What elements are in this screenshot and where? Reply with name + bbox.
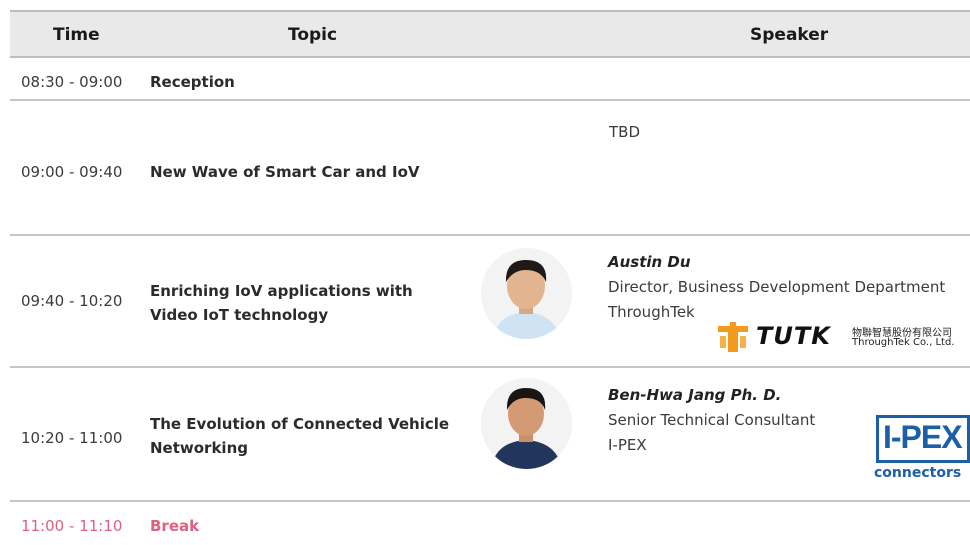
logo-subtitle-en: ThroughTek Co., Ltd. <box>852 337 955 348</box>
row-divider <box>10 366 970 368</box>
row-topic: Break <box>150 517 200 535</box>
logo-text: I-PEX <box>883 419 963 455</box>
row-time: 09:40 - 10:20 <box>21 292 123 310</box>
speaker-company: ThroughTek <box>608 303 695 321</box>
header-speaker: Speaker <box>750 25 829 45</box>
row-time: 08:30 - 09:00 <box>21 73 123 91</box>
person-avatar-icon <box>481 248 572 339</box>
row-time: 11:00 - 11:10 <box>21 517 123 535</box>
row-topic-multiline: The Evolution of Connected Vehicle Netwo… <box>150 412 449 460</box>
row-topic: Reception <box>150 73 235 91</box>
topic-line: The Evolution of Connected Vehicle <box>150 415 450 433</box>
speaker-tbd: TBD <box>609 123 641 141</box>
topic-line: Video IoT technology <box>150 306 329 324</box>
row-divider <box>10 234 970 236</box>
ipex-logo-frame: I-PEX <box>876 415 970 463</box>
throughtek-logo: TUTK 物聯智慧股份有限公司 ThroughTek Co., Ltd. <box>716 318 970 356</box>
ipex-logo: I-PEX connectors <box>872 415 970 483</box>
table-header: Time Topic Speaker <box>10 10 970 58</box>
speaker-name: Austin Du <box>608 253 691 271</box>
row-divider <box>10 500 970 502</box>
topic-line: Enriching IoV applications with <box>150 282 413 300</box>
row-topic: New Wave of Smart Car and IoV <box>150 163 420 181</box>
speaker-name: Ben-Hwa Jang Ph. D. <box>608 386 782 404</box>
person-avatar-icon <box>481 378 572 469</box>
header-topic: Topic <box>288 25 338 45</box>
logo-subtitle: connectors <box>874 465 962 481</box>
speaker-company: I-PEX <box>608 436 647 454</box>
speaker-photo <box>481 378 572 469</box>
speaker-title: Senior Technical Consultant <box>608 411 816 429</box>
speaker-photo <box>481 248 572 339</box>
logo-text: TUTK <box>756 322 831 350</box>
row-time: 09:00 - 09:40 <box>21 163 123 181</box>
tutk-mark-icon <box>718 322 748 352</box>
header-time: Time <box>53 25 100 45</box>
speaker-title: Director, Business Development Departmen… <box>608 278 946 296</box>
row-divider <box>10 99 970 101</box>
row-topic-multiline: Enriching IoV applications with Video Io… <box>150 279 413 327</box>
topic-line: Networking <box>150 439 248 457</box>
row-time: 10:20 - 11:00 <box>21 429 123 447</box>
